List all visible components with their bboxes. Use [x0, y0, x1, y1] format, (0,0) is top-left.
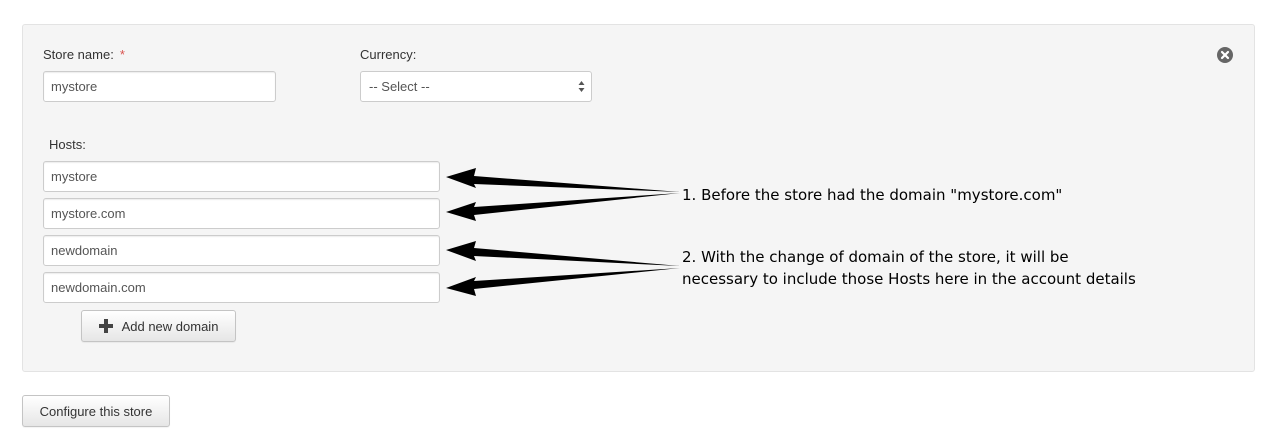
store-name-label: Store name: * [43, 47, 125, 62]
store-name-input[interactable] [43, 71, 276, 102]
configure-store-button[interactable]: Configure this store [22, 395, 170, 427]
up-down-caret-icon [578, 81, 585, 92]
currency-select[interactable]: -- Select -- [360, 71, 592, 102]
host-input-2[interactable] [43, 198, 440, 229]
required-mark: * [119, 47, 125, 62]
host-input-3[interactable] [43, 235, 440, 266]
store-config-panel: Store name: * Currency: -- Select -- Host… [22, 24, 1255, 372]
plus-icon [98, 319, 113, 333]
add-new-domain-label: Add new domain [121, 318, 219, 334]
currency-label: Currency: [360, 47, 417, 62]
configure-store-label: Configure this store [39, 403, 153, 419]
host-input-1[interactable] [43, 161, 440, 192]
currency-selected-value: -- Select -- [369, 79, 430, 94]
annotation-note-2-line-2: necessary to include those Hosts here in… [682, 270, 1136, 288]
add-new-domain-button[interactable]: Add new domain [81, 310, 236, 342]
close-circle-icon[interactable] [1217, 47, 1233, 63]
host-input-4[interactable] [43, 272, 440, 303]
hosts-label: Hosts: [49, 137, 86, 152]
store-name-label-text: Store name: [43, 47, 114, 62]
annotation-note-1: 1. Before the store had the domain "myst… [682, 186, 1063, 204]
annotation-note-2-line-1: 2. With the change of domain of the stor… [682, 248, 1069, 266]
